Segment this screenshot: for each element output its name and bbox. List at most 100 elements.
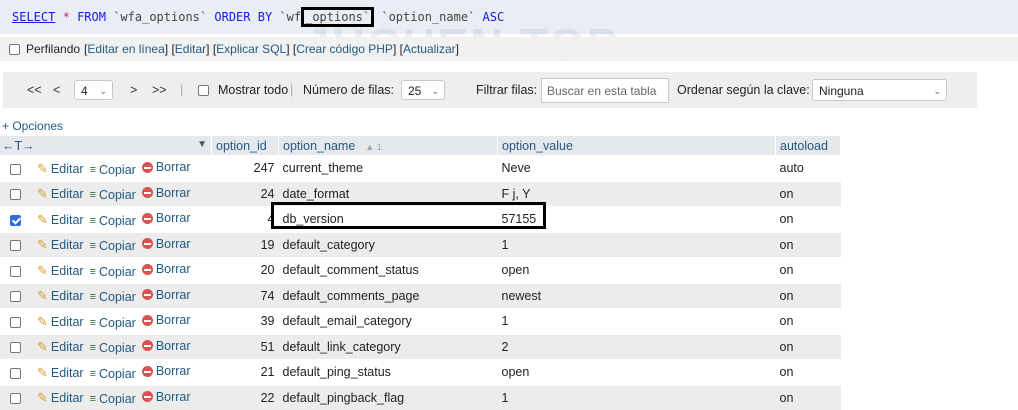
copy-button[interactable]: ≡ Copiar (90, 290, 136, 304)
copy-button[interactable]: ≡ Copiar (90, 392, 136, 406)
table-row[interactable]: ✎ Editar ≡ Copiar Borrar 39 default_email_cate… (0, 308, 841, 334)
option-name-header[interactable]: option_name ▲ 1 (278, 136, 498, 156)
row-checkbox[interactable] (10, 163, 21, 175)
option-name-cell[interactable]: date_format (278, 180, 498, 207)
inline-edit-link[interactable]: Editar en línea (87, 37, 164, 61)
last-page-button[interactable]: >> (152, 72, 167, 108)
edit-button[interactable]: ✎ Editar (37, 161, 84, 177)
option-id-cell[interactable]: 4 (211, 206, 279, 232)
copy-button[interactable]: ≡ Copiar (90, 214, 136, 228)
table-row[interactable]: ✎ Editar ≡ Copiar Borrar 247 current_theme Neve… (0, 155, 841, 181)
option-name-cell[interactable]: default_comments_page (278, 282, 498, 309)
row-checkbox[interactable] (10, 342, 21, 354)
table-row[interactable]: ✎ Editar ≡ Copiar Borrar 19 default_category 1 o… (0, 231, 841, 258)
edit-button[interactable]: ✎ Editar (37, 212, 84, 228)
autoload-cell[interactable]: on (775, 257, 841, 283)
row-checkbox[interactable] (10, 189, 21, 201)
edit-button[interactable]: ✎ Editar (37, 314, 84, 330)
sort-key-select[interactable]: Ninguna ⌄ (812, 79, 947, 101)
option-value-cell[interactable]: 1 (497, 308, 776, 334)
option-value-cell[interactable]: 57155 (497, 206, 776, 232)
autoload-cell[interactable]: on (775, 282, 841, 309)
row-checkbox[interactable] (10, 240, 21, 252)
autoload-cell[interactable]: on (775, 206, 841, 232)
edit-button[interactable]: ✎ Editar (37, 365, 84, 381)
edit-link[interactable]: Editar (175, 37, 206, 61)
profiling-checkbox[interactable] (9, 43, 20, 55)
autoload-cell[interactable]: on (775, 333, 841, 360)
sql-query-text[interactable]: SELECT * FROM `wfa_options` ORDER BY `wf… (12, 0, 504, 34)
explain-sql-link[interactable]: Explicar SQL (216, 37, 286, 61)
row-checkbox[interactable] (10, 265, 21, 277)
edit-button[interactable]: ✎ Editar (37, 263, 84, 279)
copy-button[interactable]: ≡ Copiar (90, 188, 136, 202)
row-checkbox[interactable] (10, 291, 21, 303)
autoload-cell[interactable]: on (775, 180, 841, 207)
option-name-cell[interactable]: default_email_category (278, 308, 498, 334)
edit-button[interactable]: ✎ Editar (37, 186, 84, 202)
delete-button[interactable]: Borrar (141, 211, 191, 225)
option-name-cell[interactable]: db_version (278, 206, 498, 232)
page-select[interactable]: 4 ⌄ (74, 80, 113, 100)
option-name-cell[interactable]: default_ping_status (278, 359, 498, 385)
edit-button[interactable]: ✎ Editar (37, 288, 84, 304)
first-page-button[interactable]: << (27, 72, 42, 108)
delete-button[interactable]: Borrar (141, 390, 191, 404)
copy-button[interactable]: ≡ Copiar (90, 341, 136, 355)
option-value-cell[interactable]: newest (497, 282, 776, 309)
option-name-cell[interactable]: default_comment_status (278, 257, 498, 283)
option-name-cell[interactable]: default_category (278, 231, 498, 258)
filter-rows-input[interactable] (541, 78, 669, 103)
copy-button[interactable]: ≡ Copiar (90, 163, 136, 177)
options-link[interactable]: + Opciones (2, 118, 63, 134)
option-name-cell[interactable]: current_theme (278, 155, 498, 181)
autoload-cell[interactable]: on (775, 231, 841, 258)
table-row[interactable]: ✎ Editar ≡ Copiar Borrar 22 default_pingback_f… (0, 384, 841, 410)
option-value-header[interactable]: option_value (497, 136, 776, 156)
option-id-cell[interactable]: 24 (211, 180, 279, 207)
table-row[interactable]: ✎ Editar ≡ Copiar Borrar 20 default_comment_st… (0, 257, 841, 283)
table-row[interactable]: ✎ Editar ≡ Copiar Borrar 21 default_ping_statu… (0, 359, 841, 385)
delete-button[interactable]: Borrar (141, 262, 191, 276)
autoload-cell[interactable]: on (775, 308, 841, 334)
copy-button[interactable]: ≡ Copiar (90, 239, 136, 253)
option-name-cell[interactable]: default_pingback_flag (278, 384, 498, 410)
copy-button[interactable]: ≡ Copiar (90, 316, 136, 330)
option-value-cell[interactable]: open (497, 359, 776, 385)
columns-dropdown-icon[interactable]: ▼ (197, 139, 207, 150)
option-id-header[interactable]: option_id (211, 136, 279, 156)
table-row[interactable]: ✎ Editar ≡ Copiar Borrar 74 default_comments_p… (0, 282, 841, 309)
option-id-cell[interactable]: 22 (211, 384, 279, 410)
autoload-cell[interactable]: auto (775, 155, 841, 181)
option-id-cell[interactable]: 20 (211, 257, 279, 283)
edit-button[interactable]: ✎ Editar (37, 390, 84, 406)
copy-button[interactable]: ≡ Copiar (90, 367, 136, 381)
option-value-cell[interactable]: Neve (497, 155, 776, 181)
table-row[interactable]: ✎ Editar ≡ Copiar Borrar 51 default_link_categ… (0, 333, 841, 360)
option-id-cell[interactable]: 39 (211, 308, 279, 334)
create-php-code-link[interactable]: Crear código PHP (296, 37, 393, 61)
edit-button[interactable]: ✎ Editar (37, 237, 84, 253)
copy-button[interactable]: ≡ Copiar (90, 265, 136, 279)
option-id-cell[interactable]: 51 (211, 333, 279, 360)
sql-select-keyword[interactable]: SELECT (12, 10, 55, 24)
row-checkbox[interactable] (10, 367, 21, 379)
show-all-checkbox[interactable] (198, 85, 209, 97)
autoload-cell[interactable]: on (775, 359, 841, 385)
delete-button[interactable]: Borrar (141, 288, 191, 302)
delete-button[interactable]: Borrar (141, 313, 191, 327)
autoload-header[interactable]: autoload (775, 136, 841, 156)
rows-select[interactable]: 25 ⌄ (401, 80, 445, 100)
option-name-cell[interactable]: default_link_category (278, 333, 498, 360)
option-id-cell[interactable]: 21 (211, 359, 279, 385)
row-checkbox[interactable] (10, 214, 21, 226)
delete-button[interactable]: Borrar (141, 186, 191, 200)
delete-button[interactable]: Borrar (141, 237, 191, 251)
autoload-cell[interactable]: on (775, 384, 841, 410)
row-checkbox[interactable] (10, 316, 21, 328)
option-value-cell[interactable]: 1 (497, 231, 776, 258)
table-row[interactable]: ✎ Editar ≡ Copiar Borrar 24 date_format F j, Yo… (0, 180, 841, 207)
next-page-button[interactable]: > (130, 72, 137, 108)
column-move-arrows[interactable]: ←T→ (2, 139, 35, 153)
option-value-cell[interactable]: F j, Y (497, 180, 776, 207)
